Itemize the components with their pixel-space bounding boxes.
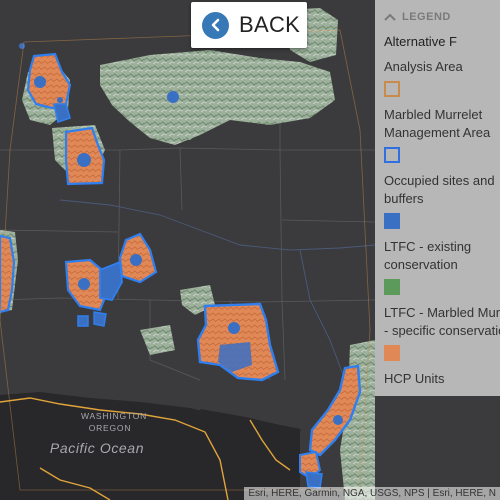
legend-swatch (384, 81, 400, 97)
mmma-polygon-9 (93, 311, 107, 327)
legend-item: Marbled Murrelet Management Area (375, 106, 500, 163)
legend-item: LTFC - existing conservation (375, 238, 500, 295)
state-label-washington: WASHINGTON (81, 411, 147, 421)
state-label-oregon: OREGON (89, 423, 132, 433)
legend-item-label: LTFC - Marbled Murrelet (384, 305, 500, 320)
legend-item: Occupied sites and buffers (375, 172, 500, 229)
legend-item-label: HCP Units (384, 371, 445, 386)
legend-item-label: Occupied sites and (384, 173, 495, 188)
legend-swatch (384, 279, 400, 295)
legend-swatch (384, 345, 400, 361)
legend-item-label: LTFC - existing (384, 239, 472, 254)
legend-title: LEGEND (402, 11, 451, 23)
legend-swatch (384, 213, 400, 229)
mmma-polygon-8 (77, 315, 89, 327)
legend-layer-title: Alternative F (384, 34, 457, 49)
legend-item: Analysis Area (375, 58, 500, 97)
legend-item-label: conservation (384, 257, 458, 272)
legend-item-label: buffers (384, 191, 424, 206)
back-button[interactable]: BACK (191, 2, 307, 48)
legend-item-label: Management Area (384, 125, 491, 140)
legend-item-label: Analysis Area (384, 59, 463, 74)
legend-panel: LEGEND Alternative F Analysis Area Marble… (375, 0, 500, 396)
legend-item: HCP Units (375, 370, 500, 388)
chevron-left-icon (202, 11, 229, 39)
mmma-polygon-14 (305, 471, 323, 489)
chevron-up-icon (384, 13, 396, 21)
legend-swatch (384, 147, 400, 163)
legend-item: LTFC - Marbled Murrelet - specific conser… (375, 304, 500, 361)
ocean-label: Pacific Ocean (50, 440, 144, 456)
map-attribution: Esri, HERE, Garmin, NGA, USGS, NPS | Esr… (244, 487, 500, 500)
legend-items: Analysis Area Marbled Murrelet Management … (375, 49, 500, 388)
legend-toggle[interactable]: LEGEND (375, 0, 500, 25)
back-label: BACK (239, 12, 301, 37)
legend-item-label: Marbled Murrelet (384, 107, 483, 122)
legend-item-label: - specific conservation (384, 323, 500, 338)
